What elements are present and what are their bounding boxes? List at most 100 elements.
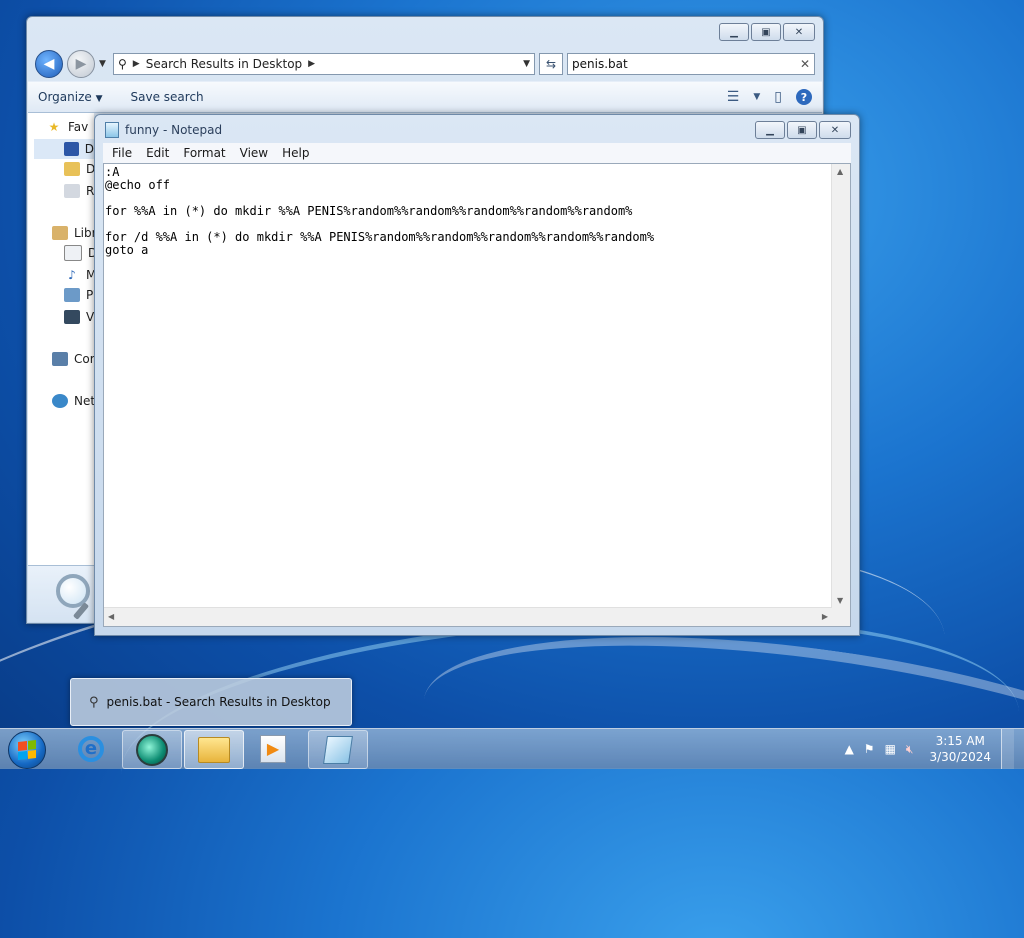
back-button[interactable]: ◀ xyxy=(35,50,63,78)
forward-button[interactable]: ▶ xyxy=(67,50,95,78)
nav-downloads[interactable]: D xyxy=(64,159,94,179)
taskbar-media-player[interactable]: ▶ xyxy=(244,730,302,767)
address-bar[interactable]: ⚲ ▶ Search Results in Desktop ▶ ▼ xyxy=(113,53,535,75)
chevron-down-icon: ▼ xyxy=(95,94,103,104)
notepad-caption-buttons: ▁ ▣ ✕ xyxy=(755,121,851,139)
volume-muted-icon[interactable]: 🔇︎ xyxy=(906,742,914,757)
address-dropdown-icon[interactable]: ▼ xyxy=(523,59,530,69)
editor-text[interactable]: :A @echo off for %%A in (*) do mkdir %%A… xyxy=(105,166,830,606)
view-options-dropdown-icon[interactable]: ▼ xyxy=(753,92,760,102)
navigation-pane: ★Fav D D Re Libr D ♪M Pi Vi Cor Net xyxy=(28,113,94,565)
text-editor[interactable]: :A @echo off for %%A in (*) do mkdir %%A… xyxy=(103,163,851,627)
search-input-value[interactable]: penis.bat xyxy=(572,57,628,71)
nav-computer[interactable]: Cor xyxy=(52,349,94,369)
scroll-left-icon[interactable]: ◀ xyxy=(108,612,114,621)
recent-places-icon xyxy=(64,184,80,198)
clock-time: 3:15 AM xyxy=(935,734,985,748)
horizontal-scrollbar[interactable]: ◀ ▶ xyxy=(104,607,832,626)
change-view-icon[interactable]: ☰ xyxy=(727,89,740,105)
preview-pane-icon[interactable]: ▯ xyxy=(774,89,782,105)
organize-button[interactable]: Organize ▼ xyxy=(38,90,103,104)
libraries-icon xyxy=(52,226,68,240)
nav-documents[interactable]: D xyxy=(64,243,94,263)
show-hidden-icons-icon[interactable]: ▲ xyxy=(845,742,854,756)
search-input[interactable]: penis.bat ✕ xyxy=(567,53,815,75)
refresh-button[interactable]: ⇆ xyxy=(539,53,563,75)
address-text[interactable]: Search Results in Desktop xyxy=(146,57,302,71)
downloads-folder-icon xyxy=(64,162,80,176)
back-arrow-icon: ◀ xyxy=(43,56,55,72)
taskbar-thumbnail-popup[interactable]: ⚲ penis.bat - Search Results in Desktop xyxy=(70,678,352,726)
taskbar-media-center[interactable] xyxy=(122,730,182,769)
menu-view[interactable]: View xyxy=(235,146,273,160)
close-button[interactable]: ✕ xyxy=(783,23,815,41)
chevron-right-icon[interactable]: ▶ xyxy=(133,59,140,69)
taskbar: e ▶ ▲ ⚑ ▦ 🔇︎ 3:15 AM 3/30/2024 xyxy=(0,728,1024,769)
explorer-caption-buttons: ▁ ▣ ✕ xyxy=(719,23,815,41)
search-icon: ⚲ xyxy=(118,57,127,71)
network-icon[interactable]: ▦ xyxy=(885,742,896,756)
videos-icon xyxy=(64,310,80,324)
menu-bar: File Edit Format View Help xyxy=(103,143,851,163)
taskbar-notepad[interactable] xyxy=(308,730,368,769)
search-magnifier-icon xyxy=(56,574,90,608)
menu-format[interactable]: Format xyxy=(178,146,230,160)
scroll-up-icon[interactable]: ▲ xyxy=(837,167,843,176)
menu-edit[interactable]: Edit xyxy=(141,146,174,160)
nav-pictures[interactable]: Pi xyxy=(64,285,94,305)
notepad-icon xyxy=(105,122,119,138)
notepad-icon xyxy=(323,735,353,764)
notepad-titlebar: funny - Notepad xyxy=(105,122,222,138)
clear-search-icon[interactable]: ✕ xyxy=(800,57,810,71)
scroll-right-icon[interactable]: ▶ xyxy=(822,612,828,621)
recent-pages-dropdown[interactable]: ▼ xyxy=(99,59,109,69)
show-desktop-button[interactable] xyxy=(1001,729,1014,769)
window-title: funny - Notepad xyxy=(125,123,223,137)
taskbar-internet-explorer[interactable]: e xyxy=(62,730,120,767)
maximize-button[interactable]: ▣ xyxy=(787,121,817,139)
clock[interactable]: 3:15 AM 3/30/2024 xyxy=(923,733,991,765)
menu-file[interactable]: File xyxy=(107,146,137,160)
save-search-button[interactable]: Save search xyxy=(131,90,204,104)
resize-grip[interactable] xyxy=(832,608,850,626)
nav-music[interactable]: ♪ M xyxy=(64,265,94,285)
folder-icon xyxy=(198,736,230,763)
network-icon xyxy=(52,394,68,408)
clock-date: 3/30/2024 xyxy=(929,750,991,764)
music-note-icon: ♪ xyxy=(68,268,76,282)
star-icon: ★ xyxy=(48,120,60,134)
chevron-right-icon[interactable]: ▶ xyxy=(308,59,315,69)
forward-arrow-icon: ▶ xyxy=(75,56,87,72)
system-tray: ▲ ⚑ ▦ 🔇︎ 3:15 AM 3/30/2024 xyxy=(845,729,1014,769)
menu-help[interactable]: Help xyxy=(277,146,314,160)
vertical-scrollbar[interactable]: ▲ ▼ xyxy=(831,164,850,608)
computer-icon xyxy=(52,352,68,366)
refresh-icon: ⇆ xyxy=(545,57,557,71)
nav-videos[interactable]: Vi xyxy=(64,307,94,327)
internet-explorer-icon: e xyxy=(78,735,104,762)
notepad-window[interactable]: funny - Notepad ▁ ▣ ✕ File Edit Format V… xyxy=(94,114,860,636)
pictures-icon xyxy=(64,288,80,302)
media-center-icon xyxy=(136,733,168,766)
nav-favorites[interactable]: ★ Fav xyxy=(46,117,89,137)
start-button[interactable] xyxy=(8,731,46,769)
explorer-toolbar: Organize ▼ Save search ☰ ▼ ▯ ? xyxy=(28,81,822,113)
minimize-button[interactable]: ▁ xyxy=(719,23,749,41)
windows-logo-icon xyxy=(18,740,36,760)
desktop-icon xyxy=(64,142,79,156)
help-icon[interactable]: ? xyxy=(796,89,812,105)
media-player-icon: ▶ xyxy=(260,734,286,763)
nav-desktop[interactable]: D xyxy=(34,139,94,159)
nav-libraries[interactable]: Libr xyxy=(52,223,94,243)
maximize-button[interactable]: ▣ xyxy=(751,23,781,41)
nav-network[interactable]: Net xyxy=(52,391,94,411)
scroll-down-icon[interactable]: ▼ xyxy=(837,596,843,605)
minimize-button[interactable]: ▁ xyxy=(755,121,785,139)
taskbar-explorer[interactable] xyxy=(184,730,244,769)
documents-icon xyxy=(64,245,82,261)
close-button[interactable]: ✕ xyxy=(819,121,851,139)
action-center-flag-icon[interactable]: ⚑ xyxy=(864,742,875,756)
nav-recent-places[interactable]: Re xyxy=(64,181,94,201)
search-icon: ⚲ xyxy=(89,694,99,710)
explorer-navbar: ◀ ▶ ▼ ⚲ ▶ Search Results in Desktop ▶ ▼ … xyxy=(35,49,815,79)
